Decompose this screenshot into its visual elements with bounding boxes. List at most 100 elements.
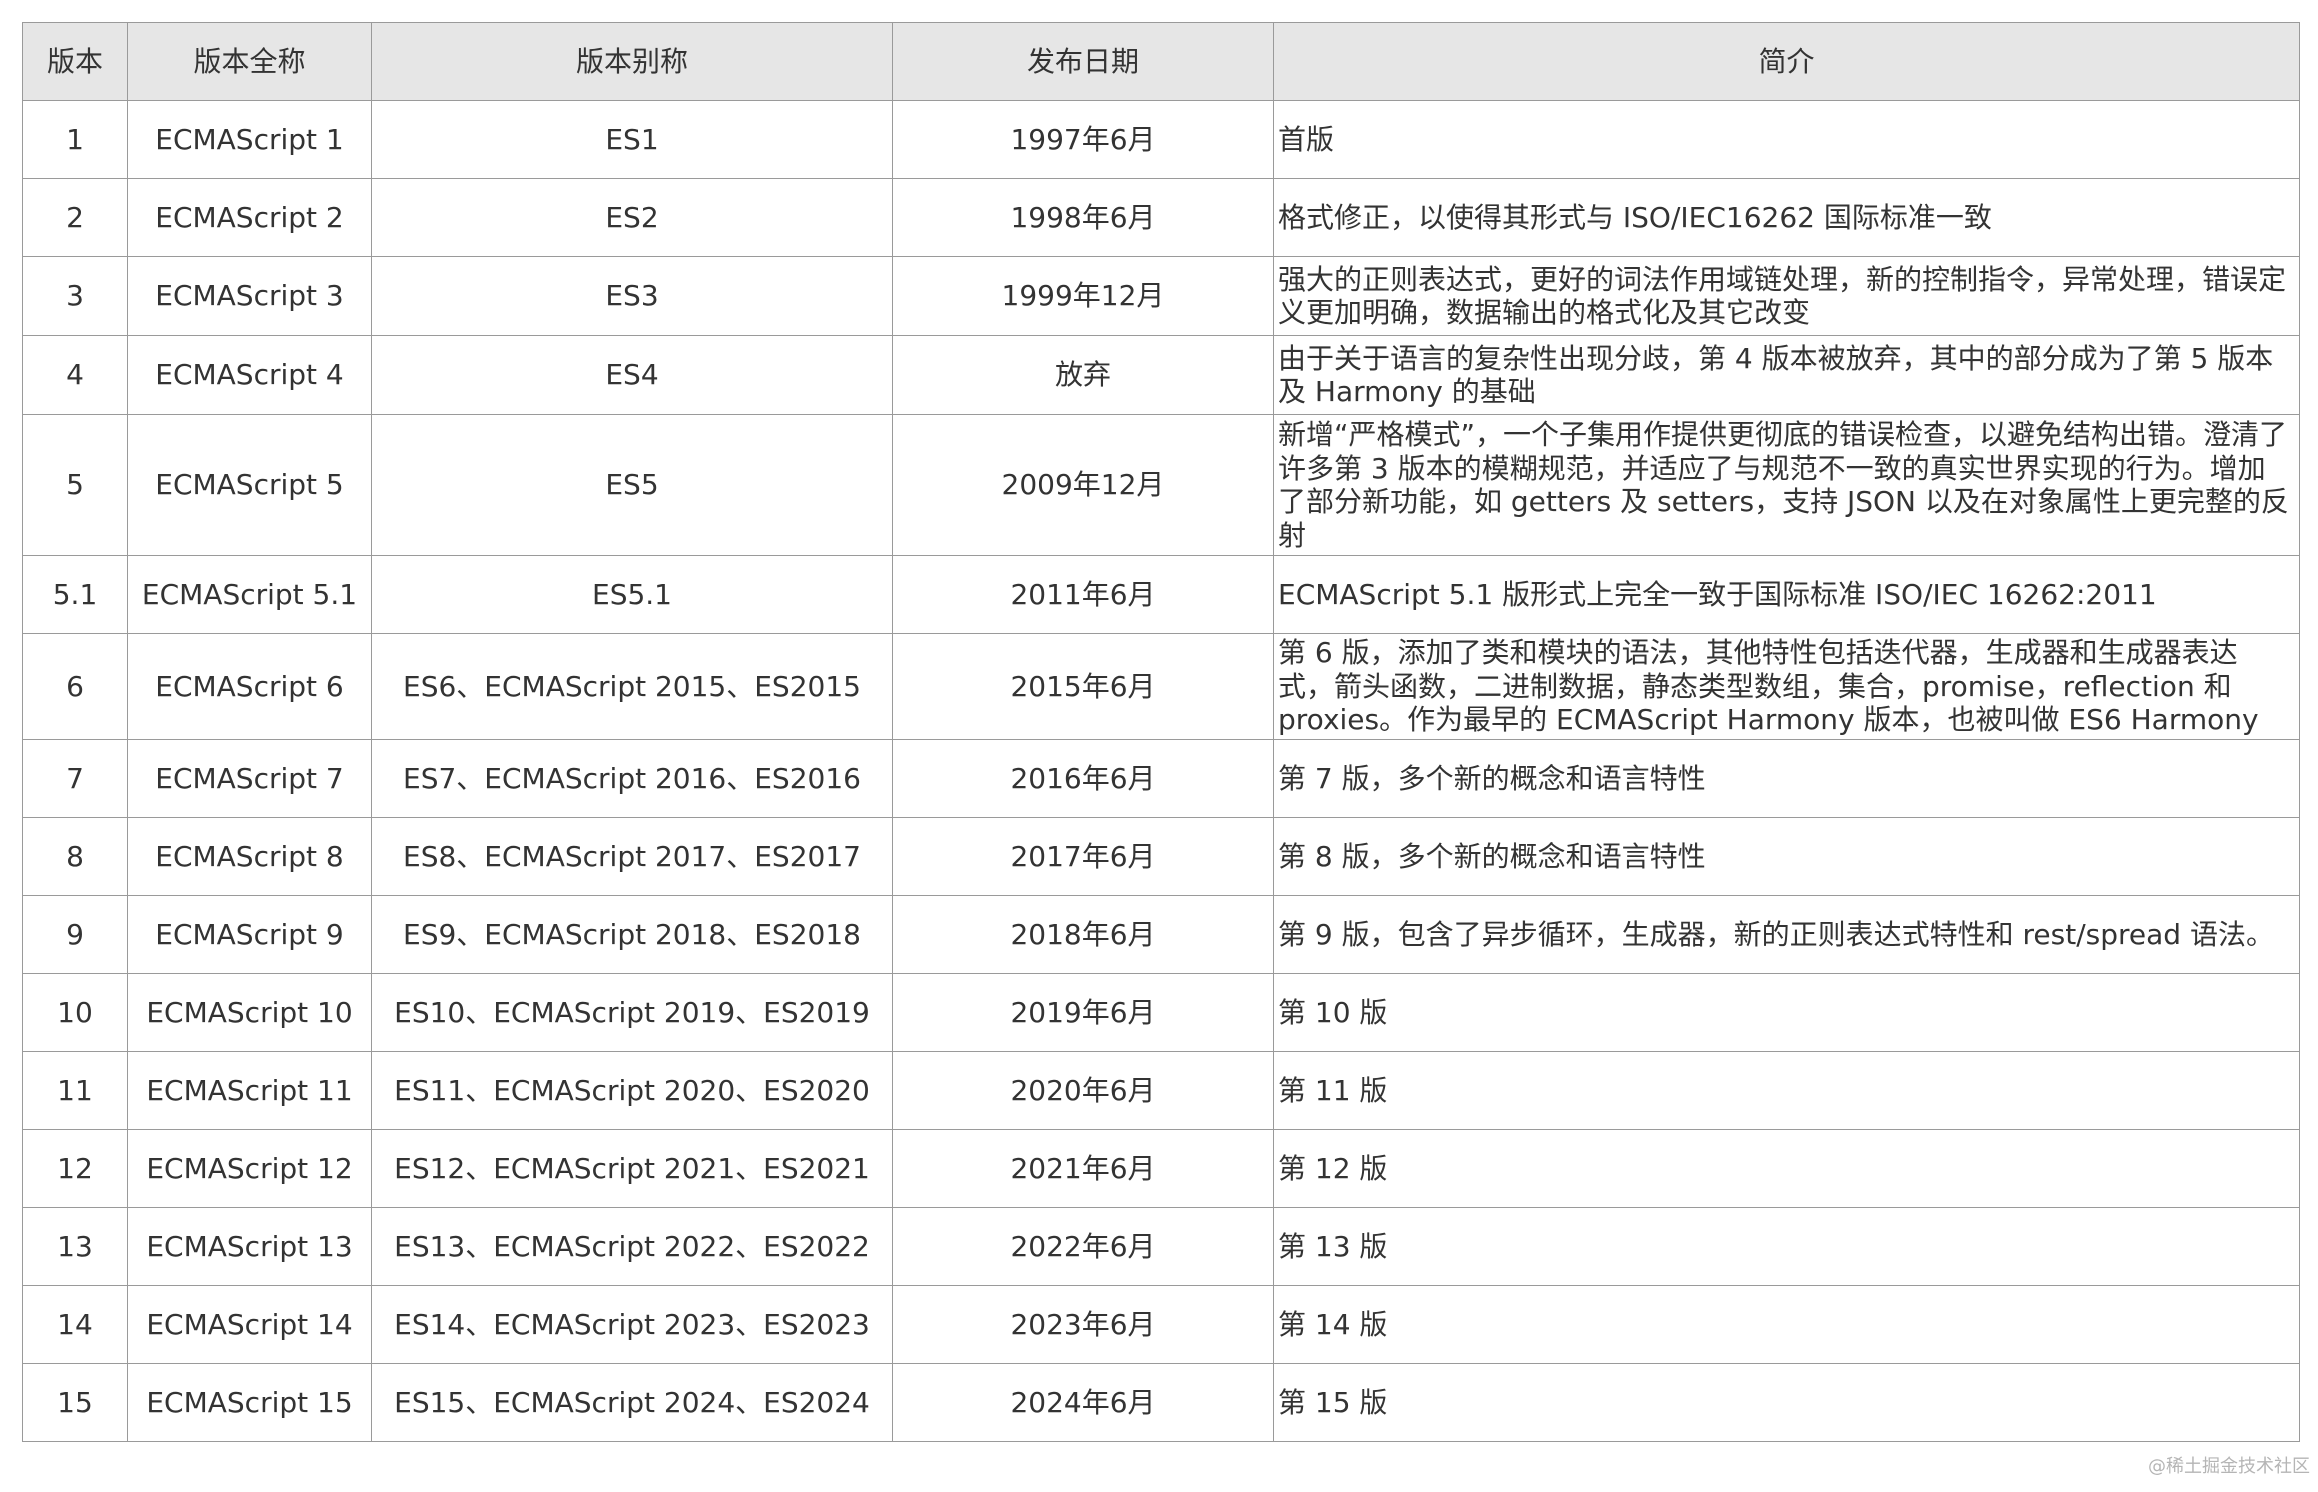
cell-full-name: ECMAScript 10 [127, 973, 372, 1052]
cell-date: 2019年6月 [892, 973, 1274, 1052]
cell-date: 2020年6月 [892, 1051, 1274, 1130]
cell-alias: ES13、ECMAScript 2022、ES2022 [371, 1207, 893, 1286]
cell-version: 9 [22, 895, 128, 974]
cell-full-name: ECMAScript 11 [127, 1051, 372, 1130]
cell-date: 2015年6月 [892, 633, 1274, 740]
cell-alias: ES2 [371, 178, 893, 257]
watermark: @稀土掘金技术社区 [2148, 1456, 2310, 1477]
cell-date: 放弃 [892, 335, 1274, 415]
cell-summary: 强大的正则表达式，更好的词法作用域链处理，新的控制指令，异常处理，错误定义更加明… [1273, 256, 2300, 336]
cell-alias: ES4 [371, 335, 893, 415]
header-version: 版本 [22, 22, 128, 101]
cell-version: 5.1 [22, 555, 128, 634]
table-row: 7 ECMAScript 7 ES7、ECMAScript 2016、ES201… [22, 739, 2300, 818]
cell-alias: ES1 [371, 100, 893, 179]
table-body: 1 ECMAScript 1 ES1 1997年6月 首版 2 ECMAScri… [22, 100, 2300, 1442]
cell-summary: 第 13 版 [1273, 1207, 2300, 1286]
cell-date: 2011年6月 [892, 555, 1274, 634]
cell-version: 11 [22, 1051, 128, 1130]
cell-full-name: ECMAScript 5.1 [127, 555, 372, 634]
cell-version: 12 [22, 1129, 128, 1208]
cell-summary: 第 7 版，多个新的概念和语言特性 [1273, 739, 2300, 818]
cell-alias: ES3 [371, 256, 893, 336]
cell-summary: 格式修正，以使得其形式与 ISO/IEC16262 国际标准一致 [1273, 178, 2300, 257]
cell-date: 1997年6月 [892, 100, 1274, 179]
cell-date: 2016年6月 [892, 739, 1274, 818]
cell-summary: 第 14 版 [1273, 1285, 2300, 1364]
header-release-date: 发布日期 [892, 22, 1274, 101]
cell-alias: ES8、ECMAScript 2017、ES2017 [371, 817, 893, 896]
cell-version: 10 [22, 973, 128, 1052]
cell-version: 15 [22, 1363, 128, 1442]
cell-full-name: ECMAScript 15 [127, 1363, 372, 1442]
cell-date: 1998年6月 [892, 178, 1274, 257]
cell-summary: 由于关于语言的复杂性出现分歧，第 4 版本被放弃，其中的部分成为了第 5 版本及… [1273, 335, 2300, 415]
cell-summary: 新增“严格模式”，一个子集用作提供更彻底的错误检查，以避免结构出错。澄清了许多第… [1273, 414, 2300, 556]
cell-version: 13 [22, 1207, 128, 1286]
cell-date: 2021年6月 [892, 1129, 1274, 1208]
cell-full-name: ECMAScript 3 [127, 256, 372, 336]
cell-summary: ECMAScript 5.1 版形式上完全一致于国际标准 ISO/IEC 162… [1273, 555, 2300, 634]
cell-date: 2024年6月 [892, 1363, 1274, 1442]
table-row: 6 ECMAScript 6 ES6、ECMAScript 2015、ES201… [22, 633, 2300, 740]
table-row: 15 ECMAScript 15 ES15、ECMAScript 2024、ES… [22, 1363, 2300, 1442]
header-alias: 版本别称 [371, 22, 893, 101]
cell-alias: ES7、ECMAScript 2016、ES2016 [371, 739, 893, 818]
cell-version: 4 [22, 335, 128, 415]
cell-alias: ES10、ECMAScript 2019、ES2019 [371, 973, 893, 1052]
cell-version: 2 [22, 178, 128, 257]
header-full-name: 版本全称 [127, 22, 372, 101]
cell-version: 6 [22, 633, 128, 740]
cell-alias: ES11、ECMAScript 2020、ES2020 [371, 1051, 893, 1130]
table-row: 1 ECMAScript 1 ES1 1997年6月 首版 [22, 100, 2300, 179]
ecmascript-versions-table: 版本 版本全称 版本别称 发布日期 简介 1 ECMAScript 1 ES1 … [22, 22, 2300, 1442]
cell-alias: ES5 [371, 414, 893, 556]
cell-version: 8 [22, 817, 128, 896]
table-row: 3 ECMAScript 3 ES3 1999年12月 强大的正则表达式，更好的… [22, 256, 2300, 336]
cell-version: 1 [22, 100, 128, 179]
cell-summary: 第 11 版 [1273, 1051, 2300, 1130]
cell-alias: ES15、ECMAScript 2024、ES2024 [371, 1363, 893, 1442]
cell-summary: 第 9 版，包含了异步循环，生成器，新的正则表达式特性和 rest/spread… [1273, 895, 2300, 974]
cell-version: 3 [22, 256, 128, 336]
cell-full-name: ECMAScript 2 [127, 178, 372, 257]
cell-summary: 第 6 版，添加了类和模块的语法，其他特性包括迭代器，生成器和生成器表达式，箭头… [1273, 633, 2300, 740]
cell-summary: 首版 [1273, 100, 2300, 179]
cell-full-name: ECMAScript 9 [127, 895, 372, 974]
table-header: 版本 版本全称 版本别称 发布日期 简介 [22, 22, 2300, 101]
cell-version: 5 [22, 414, 128, 556]
cell-full-name: ECMAScript 4 [127, 335, 372, 415]
cell-version: 14 [22, 1285, 128, 1364]
cell-date: 2023年6月 [892, 1285, 1274, 1364]
cell-full-name: ECMAScript 1 [127, 100, 372, 179]
table-row: 13 ECMAScript 13 ES13、ECMAScript 2022、ES… [22, 1207, 2300, 1286]
table-row: 12 ECMAScript 12 ES12、ECMAScript 2021、ES… [22, 1129, 2300, 1208]
cell-date: 1999年12月 [892, 256, 1274, 336]
table-row: 10 ECMAScript 10 ES10、ECMAScript 2019、ES… [22, 973, 2300, 1052]
cell-date: 2009年12月 [892, 414, 1274, 556]
table-row: 2 ECMAScript 2 ES2 1998年6月 格式修正，以使得其形式与 … [22, 178, 2300, 257]
cell-summary: 第 15 版 [1273, 1363, 2300, 1442]
header-row: 版本 版本全称 版本别称 发布日期 简介 [22, 22, 2300, 101]
cell-full-name: ECMAScript 13 [127, 1207, 372, 1286]
cell-date: 2018年6月 [892, 895, 1274, 974]
cell-full-name: ECMAScript 8 [127, 817, 372, 896]
cell-version: 7 [22, 739, 128, 818]
table-row: 9 ECMAScript 9 ES9、ECMAScript 2018、ES201… [22, 895, 2300, 974]
cell-summary: 第 10 版 [1273, 973, 2300, 1052]
cell-alias: ES12、ECMAScript 2021、ES2021 [371, 1129, 893, 1208]
cell-summary: 第 12 版 [1273, 1129, 2300, 1208]
table-row: 4 ECMAScript 4 ES4 放弃 由于关于语言的复杂性出现分歧，第 4… [22, 335, 2300, 415]
cell-date: 2022年6月 [892, 1207, 1274, 1286]
table-row: 5 ECMAScript 5 ES5 2009年12月 新增“严格模式”，一个子… [22, 414, 2300, 556]
versions-table-container: 版本 版本全称 版本别称 发布日期 简介 1 ECMAScript 1 ES1 … [22, 22, 2300, 1442]
cell-summary: 第 8 版，多个新的概念和语言特性 [1273, 817, 2300, 896]
cell-date: 2017年6月 [892, 817, 1274, 896]
cell-alias: ES14、ECMAScript 2023、ES2023 [371, 1285, 893, 1364]
table-row: 5.1 ECMAScript 5.1 ES5.1 2011年6月 ECMAScr… [22, 555, 2300, 634]
cell-full-name: ECMAScript 5 [127, 414, 372, 556]
cell-alias: ES5.1 [371, 555, 893, 634]
cell-full-name: ECMAScript 6 [127, 633, 372, 740]
header-summary: 简介 [1273, 22, 2300, 101]
table-row: 14 ECMAScript 14 ES14、ECMAScript 2023、ES… [22, 1285, 2300, 1364]
